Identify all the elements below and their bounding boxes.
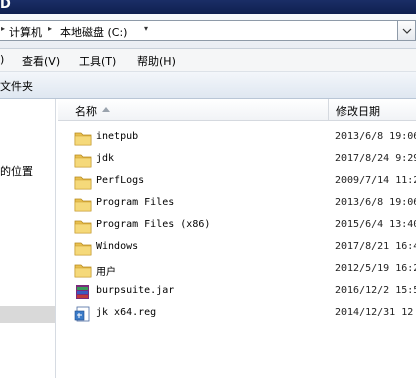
file-date-modified: 2013/6/8 19:06	[335, 131, 416, 142]
file-date-modified: 2013/6/8 19:06	[335, 197, 416, 208]
folder-icon	[74, 220, 92, 234]
menu-bar: ) 查看(V) 工具(T) 帮助(H)	[0, 49, 416, 72]
file-name[interactable]: 用户	[96, 263, 116, 278]
file-date-modified: 2012/5/19 16:2	[335, 263, 416, 274]
file-row[interactable]: Program Files 2013/6/8 19:06	[58, 193, 416, 215]
menu-edit-fragment[interactable]: )	[0, 53, 4, 66]
new-folder-button[interactable]: 文件夹	[0, 78, 33, 94]
folder-icon	[74, 132, 92, 146]
nav-item-recent-places[interactable]: 的位置	[0, 163, 33, 179]
file-date-modified: 2014/12/31 12	[335, 307, 414, 318]
file-date-modified: 2016/12/2 15:5	[335, 285, 416, 296]
file-name[interactable]: jdk	[96, 153, 114, 164]
file-row[interactable]: Program Files (x86) 2015/6/4 13:40	[58, 215, 416, 237]
file-list: 名称 修改日期 inetpub 2013/6/8 19:06 jdk 2017/8/2…	[58, 99, 416, 378]
file-name[interactable]: Program Files	[96, 197, 174, 208]
folder-icon	[74, 264, 92, 278]
breadcrumb-local-disk[interactable]: 本地磁盘 (C:)	[60, 24, 127, 40]
file-name[interactable]: burpsuite.jar	[96, 285, 174, 296]
breadcrumb-computer[interactable]: 计算机	[9, 24, 42, 40]
nav-item-selected[interactable]	[0, 306, 55, 323]
column-header-name[interactable]: 名称	[75, 103, 97, 119]
file-date-modified: 2017/8/24 9:29	[335, 153, 416, 164]
column-header-date-modified[interactable]: 修改日期	[336, 103, 380, 119]
file-row[interactable]: PerfLogs 2009/7/14 11:2	[58, 171, 416, 193]
titlebar-glyph: D	[0, 0, 11, 12]
file-name[interactable]: inetpub	[96, 131, 138, 142]
breadcrumb-separator-icon[interactable]: ▸	[48, 24, 52, 33]
column-header-row: 名称 修改日期	[58, 99, 416, 121]
column-divider[interactable]	[328, 99, 329, 120]
folder-icon	[74, 242, 92, 256]
file-row[interactable]: burpsuite.jar 2016/12/2 15:5	[58, 281, 416, 303]
navigation-pane: 的位置	[0, 99, 56, 378]
file-date-modified: 2009/7/14 11:2	[335, 175, 416, 186]
sort-ascending-icon	[102, 107, 110, 112]
file-date-modified: 2017/8/21 16:4	[335, 241, 416, 252]
folder-icon	[74, 154, 92, 168]
file-name[interactable]: Program Files (x86)	[96, 219, 210, 230]
file-row[interactable]: jdk 2017/8/24 9:29	[58, 149, 416, 171]
address-history-dropdown[interactable]	[398, 20, 416, 41]
window-titlebar: D	[0, 0, 416, 14]
chevron-down-icon	[402, 28, 412, 34]
file-row[interactable]: jk x64.reg 2014/12/31 12	[58, 303, 416, 325]
menu-help[interactable]: 帮助(H)	[137, 53, 176, 69]
file-name[interactable]: jk x64.reg	[96, 307, 156, 318]
breadcrumb-dropdown-icon[interactable]: ▾	[144, 24, 148, 33]
file-date-modified: 2015/6/4 13:40	[335, 219, 416, 230]
folder-icon	[74, 198, 92, 212]
command-toolbar: 文件夹	[0, 72, 416, 99]
menu-view[interactable]: 查看(V)	[22, 53, 60, 69]
address-input[interactable]: ▸ 计算机 ▸ 本地磁盘 (C:) ▾	[0, 20, 398, 41]
file-name[interactable]: Windows	[96, 241, 138, 252]
breadcrumb-separator-icon[interactable]: ▸	[1, 24, 5, 33]
file-row[interactable]: Windows 2017/8/21 16:4	[58, 237, 416, 259]
file-name[interactable]: PerfLogs	[96, 175, 144, 186]
jar-icon	[76, 285, 89, 299]
file-row[interactable]: inetpub 2013/6/8 19:06	[58, 127, 416, 149]
address-bar: ▸ 计算机 ▸ 本地磁盘 (C:) ▾	[0, 14, 416, 49]
reg-icon	[74, 306, 90, 322]
file-row[interactable]: 用户 2012/5/19 16:2	[58, 259, 416, 281]
folder-icon	[74, 176, 92, 190]
menu-tools[interactable]: 工具(T)	[79, 53, 116, 69]
